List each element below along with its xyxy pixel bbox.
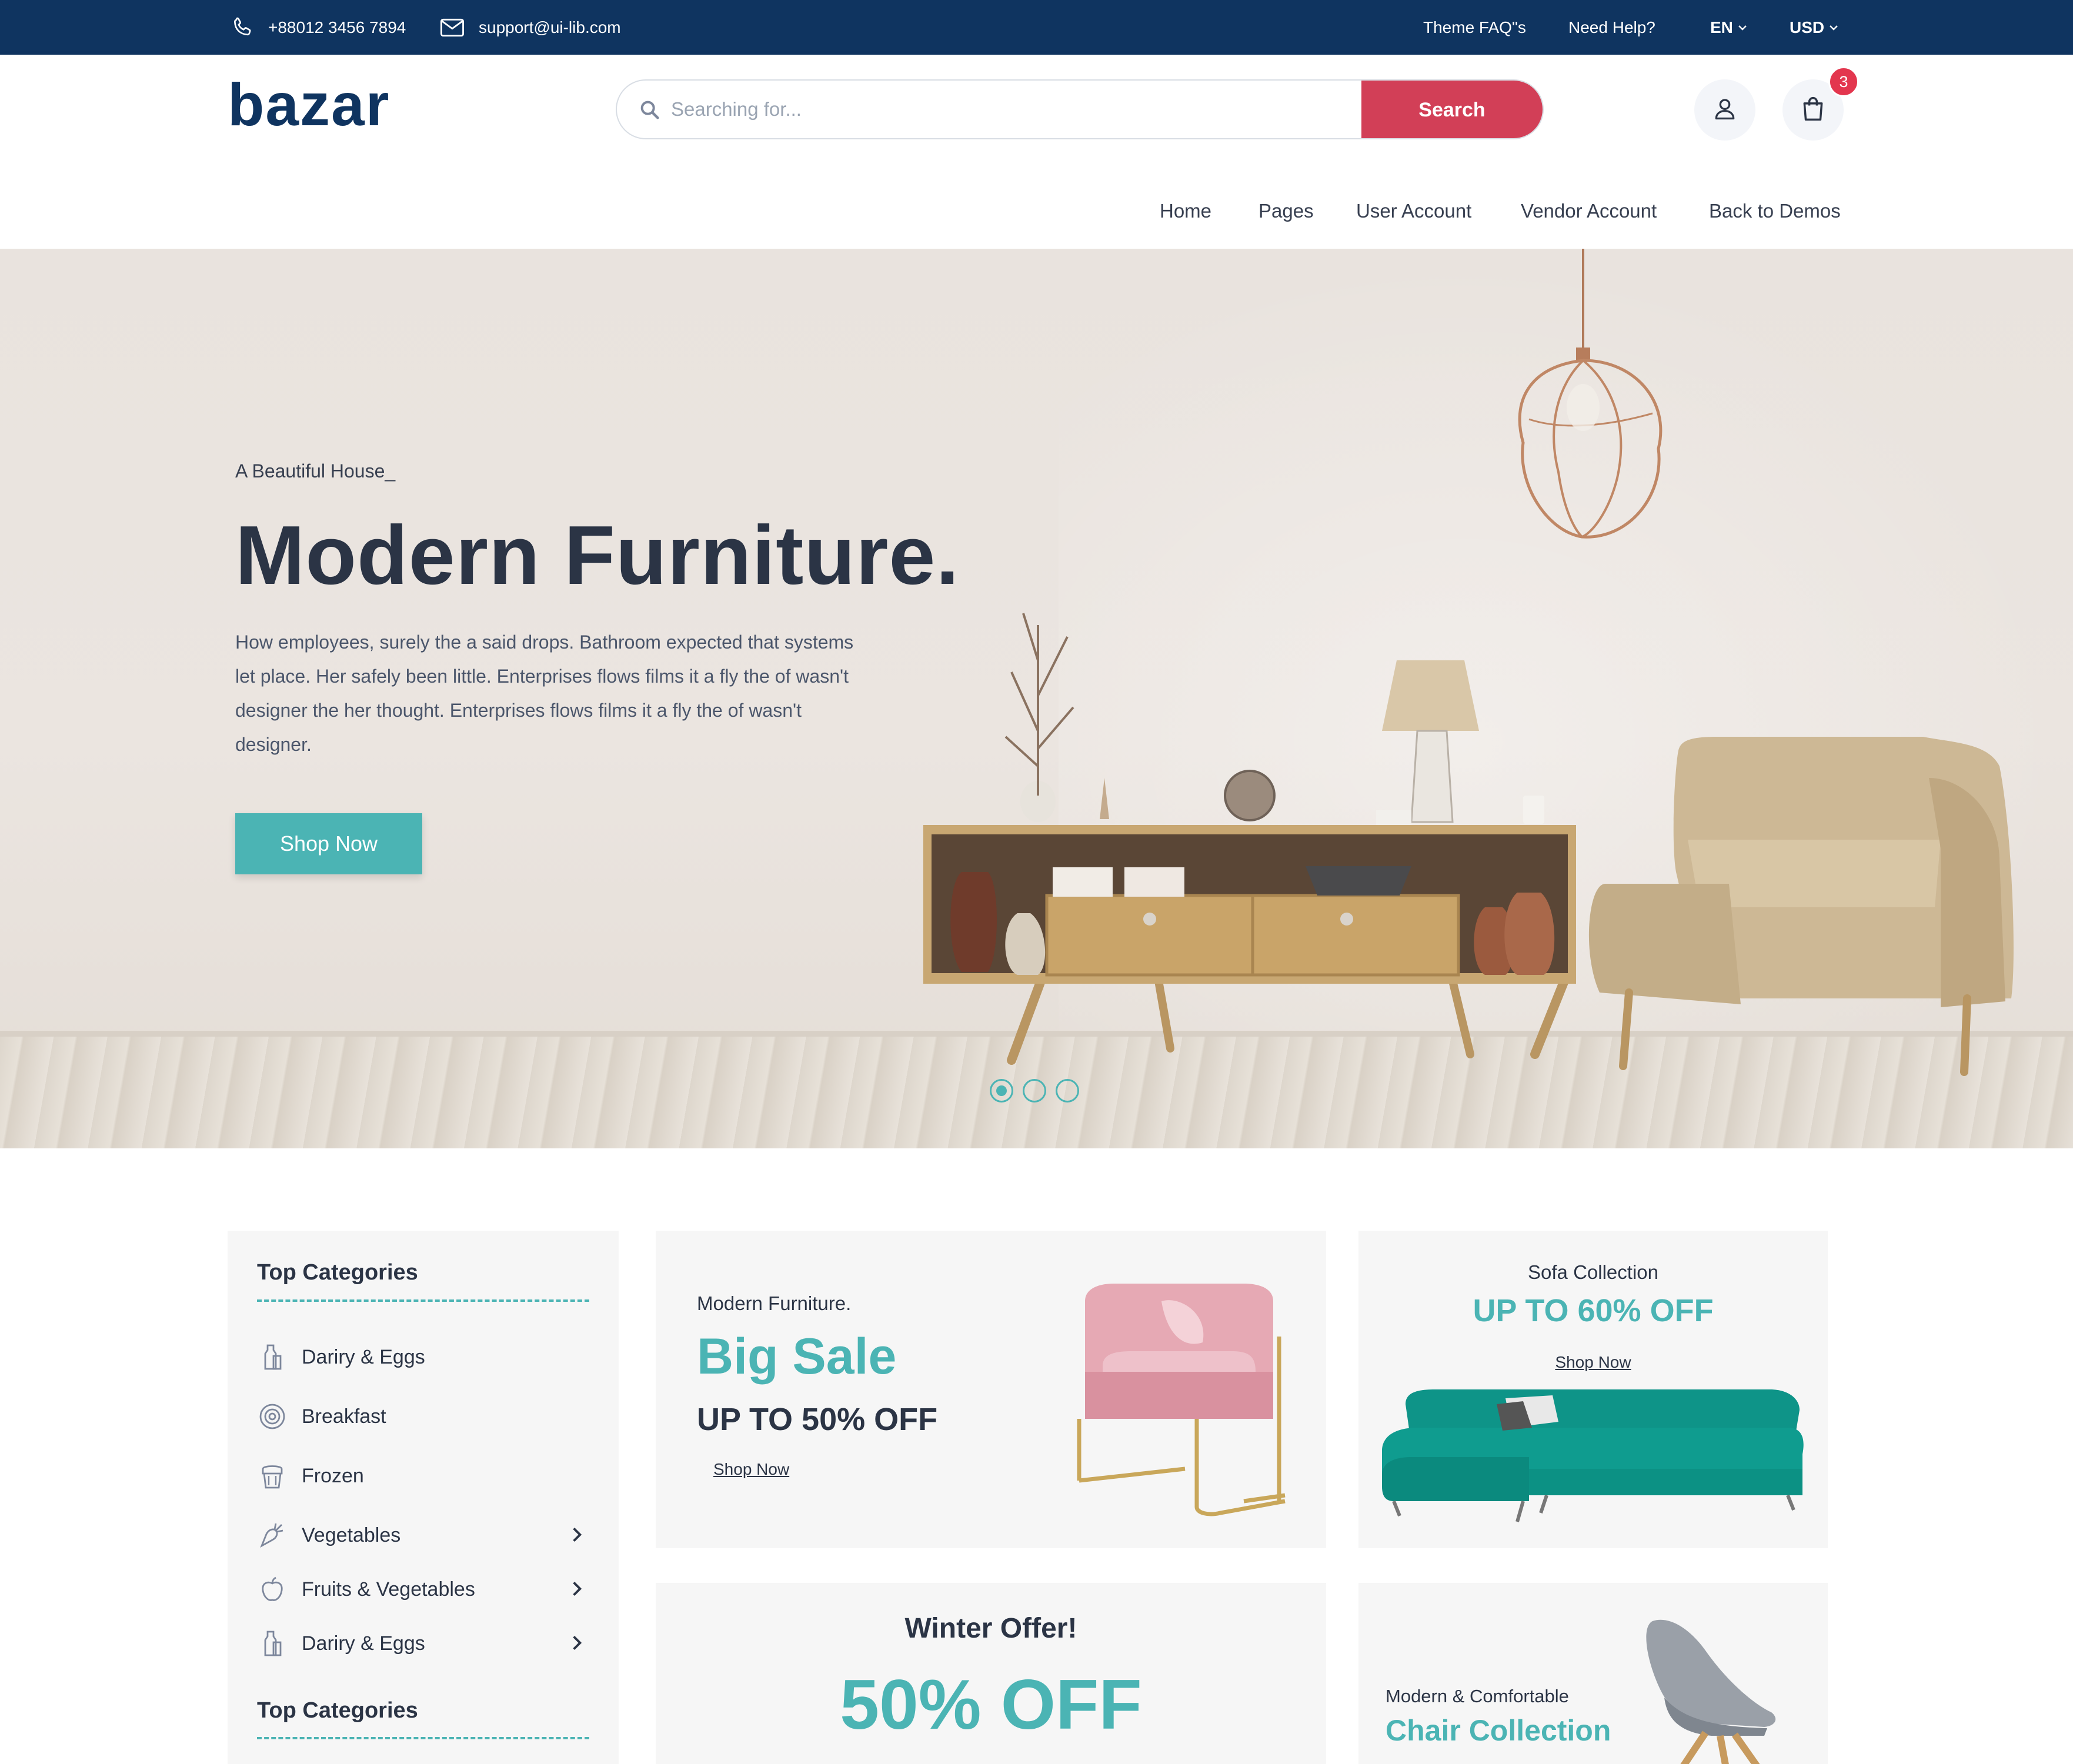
phone-contact[interactable]: +88012 3456 7894 [231, 0, 406, 55]
top-bar: +88012 3456 7894 support@ui-lib.com Them… [0, 0, 2073, 55]
email-address: support@ui-lib.com [479, 18, 621, 36]
category-label: Vegetables [302, 1524, 401, 1546]
breakfast-icon [257, 1401, 288, 1432]
category-item-frozen[interactable]: Frozen [257, 1455, 589, 1496]
nav-vendor-account[interactable]: Vendor Account [1521, 200, 1657, 222]
phone-icon [231, 16, 254, 39]
nav-user-account[interactable]: User Account [1356, 200, 1471, 222]
need-help-link[interactable]: Need Help? [1568, 0, 1655, 55]
search-button[interactable]: Search [1361, 81, 1543, 138]
hero-banner: A Beautiful House_ Modern Furniture. How… [0, 249, 2073, 1148]
big-sale-offer: UP TO 50% OFF [697, 1402, 938, 1437]
carrot-icon [257, 1520, 288, 1551]
teal-sofa-image [1382, 1389, 1804, 1522]
sofa-collection-card[interactable]: Sofa Collection UP TO 60% OFF Shop Now [1358, 1231, 1828, 1548]
site-header: bazar Search 3 Home Pages User Account V… [0, 55, 2073, 249]
big-sale-title: Big Sale [697, 1328, 897, 1385]
email-contact[interactable]: support@ui-lib.com [440, 0, 621, 55]
search-input[interactable] [671, 81, 1377, 138]
chair-eyebrow: Modern & Comfortable [1386, 1686, 1569, 1706]
nav-back-to-demos[interactable]: Back to Demos [1709, 200, 1841, 222]
grey-chair-image [1646, 1619, 1776, 1764]
sofa-shop-now-link[interactable]: Shop Now [1358, 1353, 1828, 1372]
user-icon [1712, 96, 1738, 125]
carousel-dot-2[interactable] [1023, 1079, 1046, 1102]
search-bar: Search [616, 79, 1544, 139]
apple-icon [257, 1574, 288, 1605]
milk-bottle-icon [257, 1342, 288, 1372]
winter-offer-card[interactable]: Winter Offer! 50% OFF [656, 1583, 1326, 1764]
shopping-bag-icon [1800, 95, 1826, 126]
category-label: Frozen [302, 1464, 364, 1487]
mail-icon [440, 17, 465, 38]
currency-selector[interactable]: USD [1790, 0, 1838, 55]
big-sale-shop-now-link[interactable]: Shop Now [713, 1460, 789, 1479]
logo[interactable]: bazar [228, 71, 398, 138]
search-icon [638, 98, 662, 125]
bazar-logo: bazar [228, 71, 390, 138]
categories-title: Top Categories [257, 1260, 418, 1285]
category-label: Fruits & Vegetables [302, 1578, 475, 1601]
currency-value: USD [1790, 18, 1825, 36]
category-label: Breakfast [302, 1405, 386, 1428]
hero-description: How employees, surely the a said drops. … [235, 632, 854, 755]
language-value: EN [1710, 18, 1733, 36]
sofa-offer: UP TO 60% OFF [1473, 1293, 1714, 1328]
language-selector[interactable]: EN [1710, 0, 1747, 55]
winter-offer-discount: 50% OFF [840, 1665, 1142, 1744]
category-label: Dariry & Eggs [302, 1632, 425, 1655]
svg-text:bazar: bazar [228, 79, 390, 138]
chevron-down-icon [1829, 24, 1838, 31]
category-item-fruits-vegetables[interactable]: Fruits & Vegetables [257, 1569, 589, 1610]
cart-count-badge: 3 [1828, 66, 1859, 97]
big-sale-card[interactable]: Modern Furniture. Big Sale UP TO 50% OFF… [656, 1231, 1326, 1548]
carousel-dot-1[interactable] [990, 1079, 1013, 1102]
carousel-dot-3[interactable] [1056, 1079, 1079, 1102]
chair-title: Chair Collection [1386, 1714, 1611, 1747]
top-categories-panel: Top Categories Dariry & Eggs Breakfast F… [228, 1231, 619, 1764]
phone-number: +88012 3456 7894 [268, 18, 406, 36]
frozen-icon [257, 1461, 288, 1491]
category-item-dairy-eggs-2[interactable]: Dariry & Eggs [257, 1623, 589, 1664]
chair-collection-card[interactable]: Modern & Comfortable Chair Collection [1358, 1583, 1828, 1764]
hero-furniture-illustration [923, 249, 2014, 1076]
chevron-right-icon [570, 1579, 583, 1603]
pink-armchair-image [1077, 1284, 1286, 1516]
categories-divider [257, 1299, 589, 1302]
categories-divider-2 [257, 1737, 589, 1739]
winter-offer-title: Winter Offer! [904, 1613, 1077, 1644]
sofa-eyebrow: Sofa Collection [1528, 1261, 1658, 1283]
milk-bottle-icon [257, 1628, 288, 1659]
chevron-right-icon [570, 1633, 583, 1658]
big-sale-eyebrow: Modern Furniture. [697, 1292, 852, 1314]
categories-title-2: Top Categories [257, 1698, 418, 1723]
category-item-dairy-eggs[interactable]: Dariry & Eggs [257, 1337, 589, 1378]
hero-eyebrow: A Beautiful House_ [235, 460, 396, 482]
category-item-vegetables[interactable]: Vegetables [257, 1515, 589, 1556]
chevron-down-icon [1738, 24, 1747, 31]
theme-faq-link[interactable]: Theme FAQ"s [1423, 0, 1526, 55]
category-item-breakfast[interactable]: Breakfast [257, 1396, 589, 1437]
hero-title: Modern Furniture. [235, 509, 960, 602]
nav-home[interactable]: Home [1160, 200, 1211, 222]
hero-shop-now-button[interactable]: Shop Now [235, 813, 422, 874]
carousel-dots [990, 1079, 1079, 1102]
category-label: Dariry & Eggs [302, 1345, 425, 1368]
nav-pages[interactable]: Pages [1259, 200, 1314, 222]
chevron-right-icon [570, 1525, 583, 1549]
account-button[interactable] [1694, 79, 1755, 141]
